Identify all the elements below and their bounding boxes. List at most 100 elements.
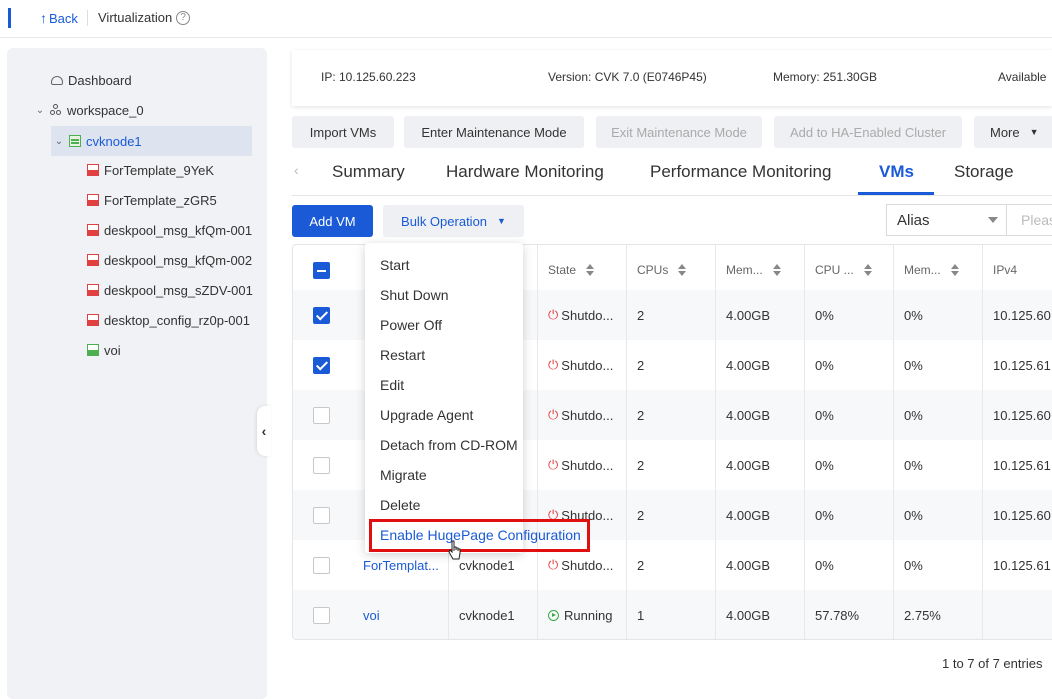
tab-summary[interactable]: Summary — [332, 162, 405, 182]
menu-item-upgrade-agent[interactable]: Upgrade Agent — [380, 407, 473, 423]
menu-item-migrate[interactable]: Migrate — [380, 467, 427, 483]
tab-hardware-monitoring[interactable]: Hardware Monitoring — [446, 162, 604, 182]
row-checkbox-cell[interactable] — [313, 440, 330, 490]
cell-text: 0% — [815, 407, 834, 423]
cell-state: ⏻ Shutdo... — [548, 340, 613, 390]
column-header-cpus[interactable]: CPUs — [637, 245, 687, 295]
select-all-checkbox[interactable] — [313, 245, 330, 295]
tree-item-vm[interactable]: deskpool_msg_kfQm-001 — [87, 215, 252, 245]
tree-item-vm[interactable]: desktop_config_rz0p-001 — [87, 305, 250, 335]
add-ha-cluster-button[interactable]: Add to HA-Enabled Cluster — [774, 116, 962, 148]
cell-mem: 4.00GB — [726, 340, 770, 390]
breadcrumb-label: Virtualization — [98, 10, 173, 25]
vm-off-icon — [87, 194, 99, 206]
column-header-memory[interactable]: Mem... — [726, 245, 782, 295]
row-checkbox[interactable] — [313, 406, 330, 424]
column-divider — [982, 245, 983, 639]
sort-icon[interactable] — [586, 264, 595, 276]
column-header-memory-usage[interactable]: Mem... — [904, 245, 960, 295]
tree-item-label: voi — [104, 342, 121, 358]
tree-item-vm[interactable]: deskpool_msg_sZDV-001 — [87, 275, 253, 305]
cell-text[interactable]: ForTemplat... — [363, 558, 439, 573]
column-divider — [715, 245, 716, 639]
tab-performance-monitoring[interactable]: Performance Monitoring — [650, 162, 831, 182]
chevron-left-icon[interactable]: ‹ — [294, 162, 299, 178]
cell-text: Shutdo... — [561, 307, 614, 323]
chevron-down-icon[interactable]: ⌄ — [34, 105, 46, 116]
row-checkbox-cell[interactable] — [313, 590, 330, 639]
tree-item-label: ForTemplate_zGR5 — [104, 192, 217, 208]
ip-text: IP: 10.125.60.223 — [321, 70, 416, 84]
tree-item-dashboard[interactable]: Dashboard — [51, 65, 132, 95]
row-checkbox[interactable] — [313, 506, 330, 524]
column-header-cpu-usage[interactable]: CPU ... — [815, 245, 873, 295]
row-checkbox[interactable] — [313, 606, 330, 624]
tab-vms[interactable]: VMs — [879, 162, 914, 182]
cell-mem-usage: 0% — [904, 540, 923, 590]
sort-icon[interactable] — [772, 264, 782, 276]
help-icon[interactable]: ? — [176, 10, 191, 25]
menu-item-detach-cdrom[interactable]: Detach from CD-ROM — [380, 437, 518, 453]
cell-ipv4: 10.125.60. — [993, 290, 1052, 340]
exit-maintenance-button[interactable]: Exit Maintenance Mode — [596, 116, 762, 148]
row-checkbox-cell[interactable] — [313, 290, 330, 340]
row-checkbox-cell[interactable] — [313, 540, 330, 590]
tree-item-cvknode1[interactable]: ⌄ cvknode1 — [51, 126, 252, 156]
menu-item-power-off[interactable]: Power Off — [380, 317, 442, 333]
chevron-down-icon — [988, 217, 998, 223]
row-checkbox[interactable] — [313, 456, 330, 474]
power-off-icon: ⏻ — [548, 357, 559, 372]
chevron-down-icon[interactable]: ⌄ — [53, 136, 65, 147]
tree-item-label: deskpool_msg_kfQm-001 — [104, 222, 253, 238]
cell-cpu-usage: 0% — [815, 490, 834, 540]
collapse-sidebar-button[interactable]: ‹ — [257, 406, 271, 456]
cell-cpus: 2 — [637, 390, 644, 440]
row-checkbox[interactable] — [313, 306, 330, 324]
cell-text: 0% — [904, 407, 923, 423]
row-checkbox[interactable] — [313, 556, 330, 574]
row-checkbox-cell[interactable] — [313, 390, 330, 440]
tree-item-label: deskpool_msg_kfQm-002 — [104, 252, 253, 268]
cell-text: 0% — [904, 507, 923, 523]
row-checkbox[interactable] — [313, 356, 330, 374]
back-label: Back — [49, 10, 78, 26]
more-button[interactable]: More ▼ — [974, 116, 1052, 148]
column-header-ipv4[interactable]: IPv4 — [993, 245, 1017, 295]
cell-cpus: 2 — [637, 540, 644, 590]
cell-text[interactable]: voi — [363, 608, 380, 623]
table-row[interactable]: voi cvknode1 Running 1 4.00GB 57.78% 2.75% — [293, 590, 1052, 639]
search-input[interactable]: Pleas — [1006, 204, 1052, 236]
column-header-state[interactable]: State — [548, 245, 595, 295]
sort-icon[interactable] — [678, 264, 687, 276]
tree-item-workspace[interactable]: ⌄ workspace_0 — [34, 95, 144, 125]
cell-mem: 4.00GB — [726, 540, 770, 590]
back-button[interactable]: ↑ Back — [40, 10, 78, 26]
enter-maintenance-button[interactable]: Enter Maintenance Mode — [404, 116, 584, 148]
sort-icon[interactable] — [950, 264, 960, 276]
cell-name[interactable]: voi — [363, 590, 380, 639]
tree-item-vm[interactable]: ForTemplate_9YeK — [87, 155, 214, 185]
row-checkbox-cell[interactable] — [313, 490, 330, 540]
host-info-card: IP: 10.125.60.223 Version: CVK 7.0 (E074… — [292, 50, 1052, 106]
row-checkbox-cell[interactable] — [313, 340, 330, 390]
cell-text: 10.125.60. — [993, 407, 1052, 423]
menu-item-shut-down[interactable]: Shut Down — [380, 287, 448, 303]
import-vms-button[interactable]: Import VMs — [292, 116, 394, 148]
tab-storage[interactable]: Storage — [954, 162, 1014, 182]
column-divider — [626, 245, 627, 639]
menu-item-restart[interactable]: Restart — [380, 347, 425, 363]
checkbox[interactable] — [313, 261, 330, 279]
bulk-operation-button[interactable]: Bulk Operation ▼ — [383, 205, 524, 237]
tree-item-vm[interactable]: ForTemplate_zGR5 — [87, 185, 217, 215]
tree-item-vm[interactable]: deskpool_msg_kfQm-002 — [87, 245, 252, 275]
menu-item-edit[interactable]: Edit — [380, 377, 404, 393]
menu-item-start[interactable]: Start — [380, 257, 410, 273]
tree-item-vm[interactable]: voi — [87, 335, 121, 365]
cluster-icon — [50, 104, 62, 116]
search-field-select[interactable]: Alias — [886, 204, 1006, 236]
menu-item-delete[interactable]: Delete — [380, 497, 420, 513]
cell-text: Shutdo... — [561, 557, 614, 573]
add-vm-button[interactable]: Add VM — [292, 205, 373, 237]
chevron-left-icon: ‹ — [261, 423, 267, 439]
sort-icon[interactable] — [863, 264, 873, 276]
